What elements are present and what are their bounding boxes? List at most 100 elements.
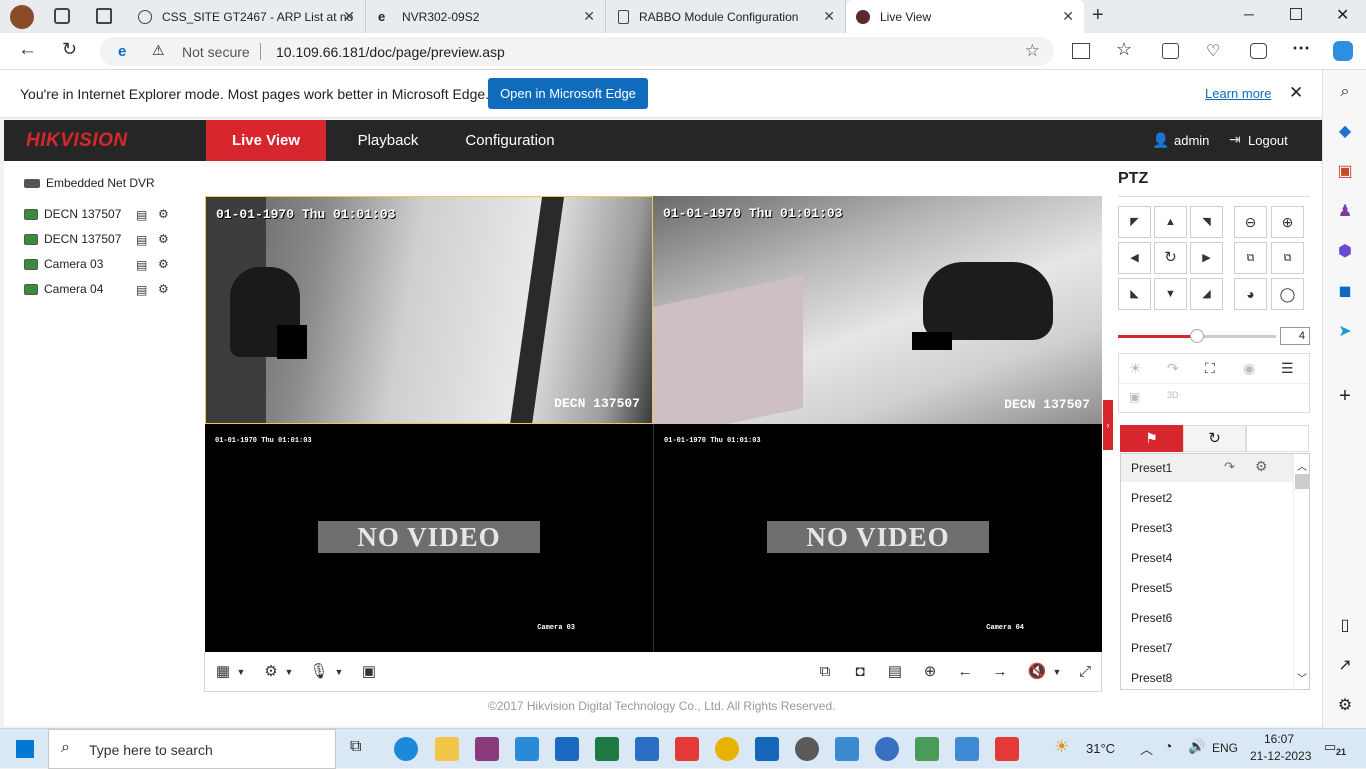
copilot-icon[interactable]	[1333, 41, 1353, 61]
record-clip-icon[interactable]: ▤	[885, 662, 905, 682]
minimize-button[interactable]: ─	[1244, 6, 1254, 22]
add-icon[interactable]: +	[1335, 386, 1355, 406]
pattern-tab[interactable]	[1246, 425, 1309, 452]
refresh-icon[interactable]: ↻	[62, 39, 77, 60]
back-icon[interactable]: ←	[18, 39, 37, 61]
scroll-up-icon[interactable]: ︿	[1297, 458, 1307, 473]
menu-lines-icon[interactable]: ☰	[1281, 360, 1294, 377]
close-tab-icon[interactable]: ✕	[823, 8, 835, 25]
task-view-icon[interactable]: ⧉	[350, 738, 361, 756]
pan-down-left-button[interactable]: ◣	[1118, 278, 1151, 310]
wiper-icon[interactable]: ↷	[1167, 360, 1179, 377]
preset-item[interactable]: Preset7	[1131, 641, 1172, 655]
nav-configuration[interactable]: Configuration	[454, 120, 566, 161]
zoom-in-icon[interactable]: ⊕	[920, 662, 940, 682]
pan-left-button[interactable]: ◀	[1118, 242, 1151, 274]
ie-mode-icon[interactable]: e	[118, 43, 126, 60]
learn-more-link[interactable]: Learn more	[1205, 86, 1271, 101]
settings-taskbar-icon[interactable]	[795, 737, 819, 761]
ptz-tree-icon[interactable]: ⚙	[158, 282, 169, 296]
weather-icon[interactable]: ☀	[1054, 737, 1069, 757]
sidebar-panel-icon[interactable]: ▯	[1335, 616, 1355, 636]
next-page-icon[interactable]: →	[990, 662, 1010, 682]
tab-live-view[interactable]: Live View ✕	[846, 0, 1084, 33]
dropdown-arrow-icon[interactable]: ▼	[231, 662, 251, 682]
ptz-panel-toggle[interactable]: ›	[1103, 400, 1113, 450]
preset-item[interactable]: Preset8	[1131, 671, 1172, 685]
record-icon[interactable]: ▤	[136, 283, 147, 297]
send-icon[interactable]: ➤	[1335, 322, 1355, 342]
video-pane-4[interactable]: 01-01-1970 Thu 01:01:03 NO VIDEO Camera …	[653, 424, 1102, 652]
pan-up-left-button[interactable]: ◤	[1118, 206, 1151, 238]
close-tab-icon[interactable]: ✕	[583, 8, 595, 25]
ie-reload-icon[interactable]	[1250, 43, 1267, 59]
favorite-star-icon[interactable]: ☆	[1025, 41, 1040, 61]
close-window-button[interactable]: ✕	[1336, 5, 1349, 25]
notepad-icon[interactable]	[915, 737, 939, 761]
microsoft-store-icon[interactable]	[515, 737, 539, 761]
tree-camera-1[interactable]: DECN 137507	[24, 205, 121, 223]
dropdown-arrow-icon[interactable]: ▼	[279, 662, 299, 682]
app-window-icon[interactable]	[955, 737, 979, 761]
set-preset-gear-icon[interactable]: ⚙	[1255, 458, 1268, 475]
edge-taskbar-icon[interactable]	[394, 737, 418, 761]
tab-arp-list[interactable]: CSS_SITE GT2467 - ARP List at no ✕	[128, 0, 366, 33]
collections-icon[interactable]	[1162, 43, 1179, 59]
ptz-tree-icon[interactable]: ⚙	[158, 232, 169, 246]
anydesk-2-icon[interactable]	[995, 737, 1019, 761]
stream-type-icon[interactable]: ⚙	[261, 662, 281, 682]
focus-far-icon[interactable]: ⧉	[1271, 242, 1304, 274]
warning-icon[interactable]: ⚠	[152, 42, 165, 59]
tab-rabbo[interactable]: RABBO Module Configuration ✕	[608, 0, 846, 33]
pan-down-button[interactable]: ▼	[1154, 278, 1187, 310]
outlook-app-icon[interactable]	[755, 737, 779, 761]
preset-item[interactable]: Preset2	[1131, 491, 1172, 505]
tree-camera-3[interactable]: Camera 03	[24, 255, 103, 273]
auto-scan-button[interactable]: ↻	[1154, 242, 1187, 274]
video-pane-3[interactable]: 01-01-1970 Thu 01:01:03 NO VIDEO Camera …	[205, 424, 653, 652]
fullscreen-icon[interactable]: ⤢	[1075, 662, 1095, 682]
tree-root[interactable]: Embedded Net DVR	[24, 174, 155, 192]
external-link-icon[interactable]: ↗	[1335, 656, 1355, 676]
auto-focus-icon[interactable]: ⛶	[1205, 360, 1215, 377]
preset-item[interactable]: Preset5	[1131, 581, 1172, 595]
ptz-speed-slider[interactable]	[1118, 329, 1276, 343]
zoom-in-icon[interactable]: ⊕	[1271, 206, 1304, 238]
preset-item[interactable]: Preset1	[1131, 461, 1172, 475]
window-layout-icon[interactable]: ▦	[213, 662, 233, 682]
dropdown-arrow-icon[interactable]: ▼	[1047, 662, 1067, 682]
logout-icon[interactable]: ⇥	[1229, 131, 1241, 148]
close-tab-icon[interactable]: ✕	[343, 8, 355, 25]
notification-center-icon[interactable]: ▭	[1324, 739, 1336, 755]
tab-actions-icon[interactable]	[96, 8, 112, 24]
scroll-thumb[interactable]	[1295, 474, 1309, 489]
preset-scrollbar[interactable]: ︿ ﹀	[1293, 454, 1309, 689]
chrome-icon[interactable]	[715, 737, 739, 761]
ptz-tree-icon[interactable]: ⚙	[158, 257, 169, 271]
microphone-icon[interactable]: 🎙	[309, 662, 329, 682]
lens-init-icon[interactable]: ◉	[1243, 360, 1255, 377]
zoom-out-icon[interactable]: ⊖	[1234, 206, 1267, 238]
scroll-down-icon[interactable]: ﹀	[1297, 670, 1307, 685]
video-pane-2[interactable]: 01-01-1970 Thu 01:01:03 DECN 137507	[653, 196, 1102, 424]
pan-right-button[interactable]: ▶	[1190, 242, 1223, 274]
3d-zoom-icon[interactable]: 3D	[1167, 390, 1179, 400]
url-field[interactable]: e ⚠ Not secure 10.109.66.181/doc/page/pr…	[100, 37, 1054, 66]
show-hidden-icons[interactable]: ︿	[1140, 739, 1153, 758]
split-screen-icon[interactable]	[1072, 43, 1090, 59]
preset-tab[interactable]: ⚑	[1120, 425, 1183, 452]
volume-mute-icon[interactable]: 🔇	[1027, 662, 1047, 682]
logout-link[interactable]: Logout	[1248, 133, 1288, 148]
manual-track-icon[interactable]: ▣	[1129, 390, 1140, 404]
iris-open-icon[interactable]: ◕	[1234, 278, 1267, 310]
excel-icon[interactable]	[595, 737, 619, 761]
stop-preview-icon[interactable]: ⧉	[815, 662, 835, 682]
preset-item[interactable]: Preset6	[1131, 611, 1172, 625]
pan-down-right-button[interactable]: ◢	[1190, 278, 1223, 310]
shopping-tag-icon[interactable]: ◆	[1335, 122, 1355, 142]
stop-all-icon[interactable]: ▣	[359, 662, 379, 682]
iris-close-icon[interactable]: ◯	[1271, 278, 1304, 310]
outlook-taskbar-icon[interactable]	[635, 737, 659, 761]
preset-item[interactable]: Preset4	[1131, 551, 1172, 565]
ptz-tree-icon[interactable]: ⚙	[158, 207, 169, 221]
